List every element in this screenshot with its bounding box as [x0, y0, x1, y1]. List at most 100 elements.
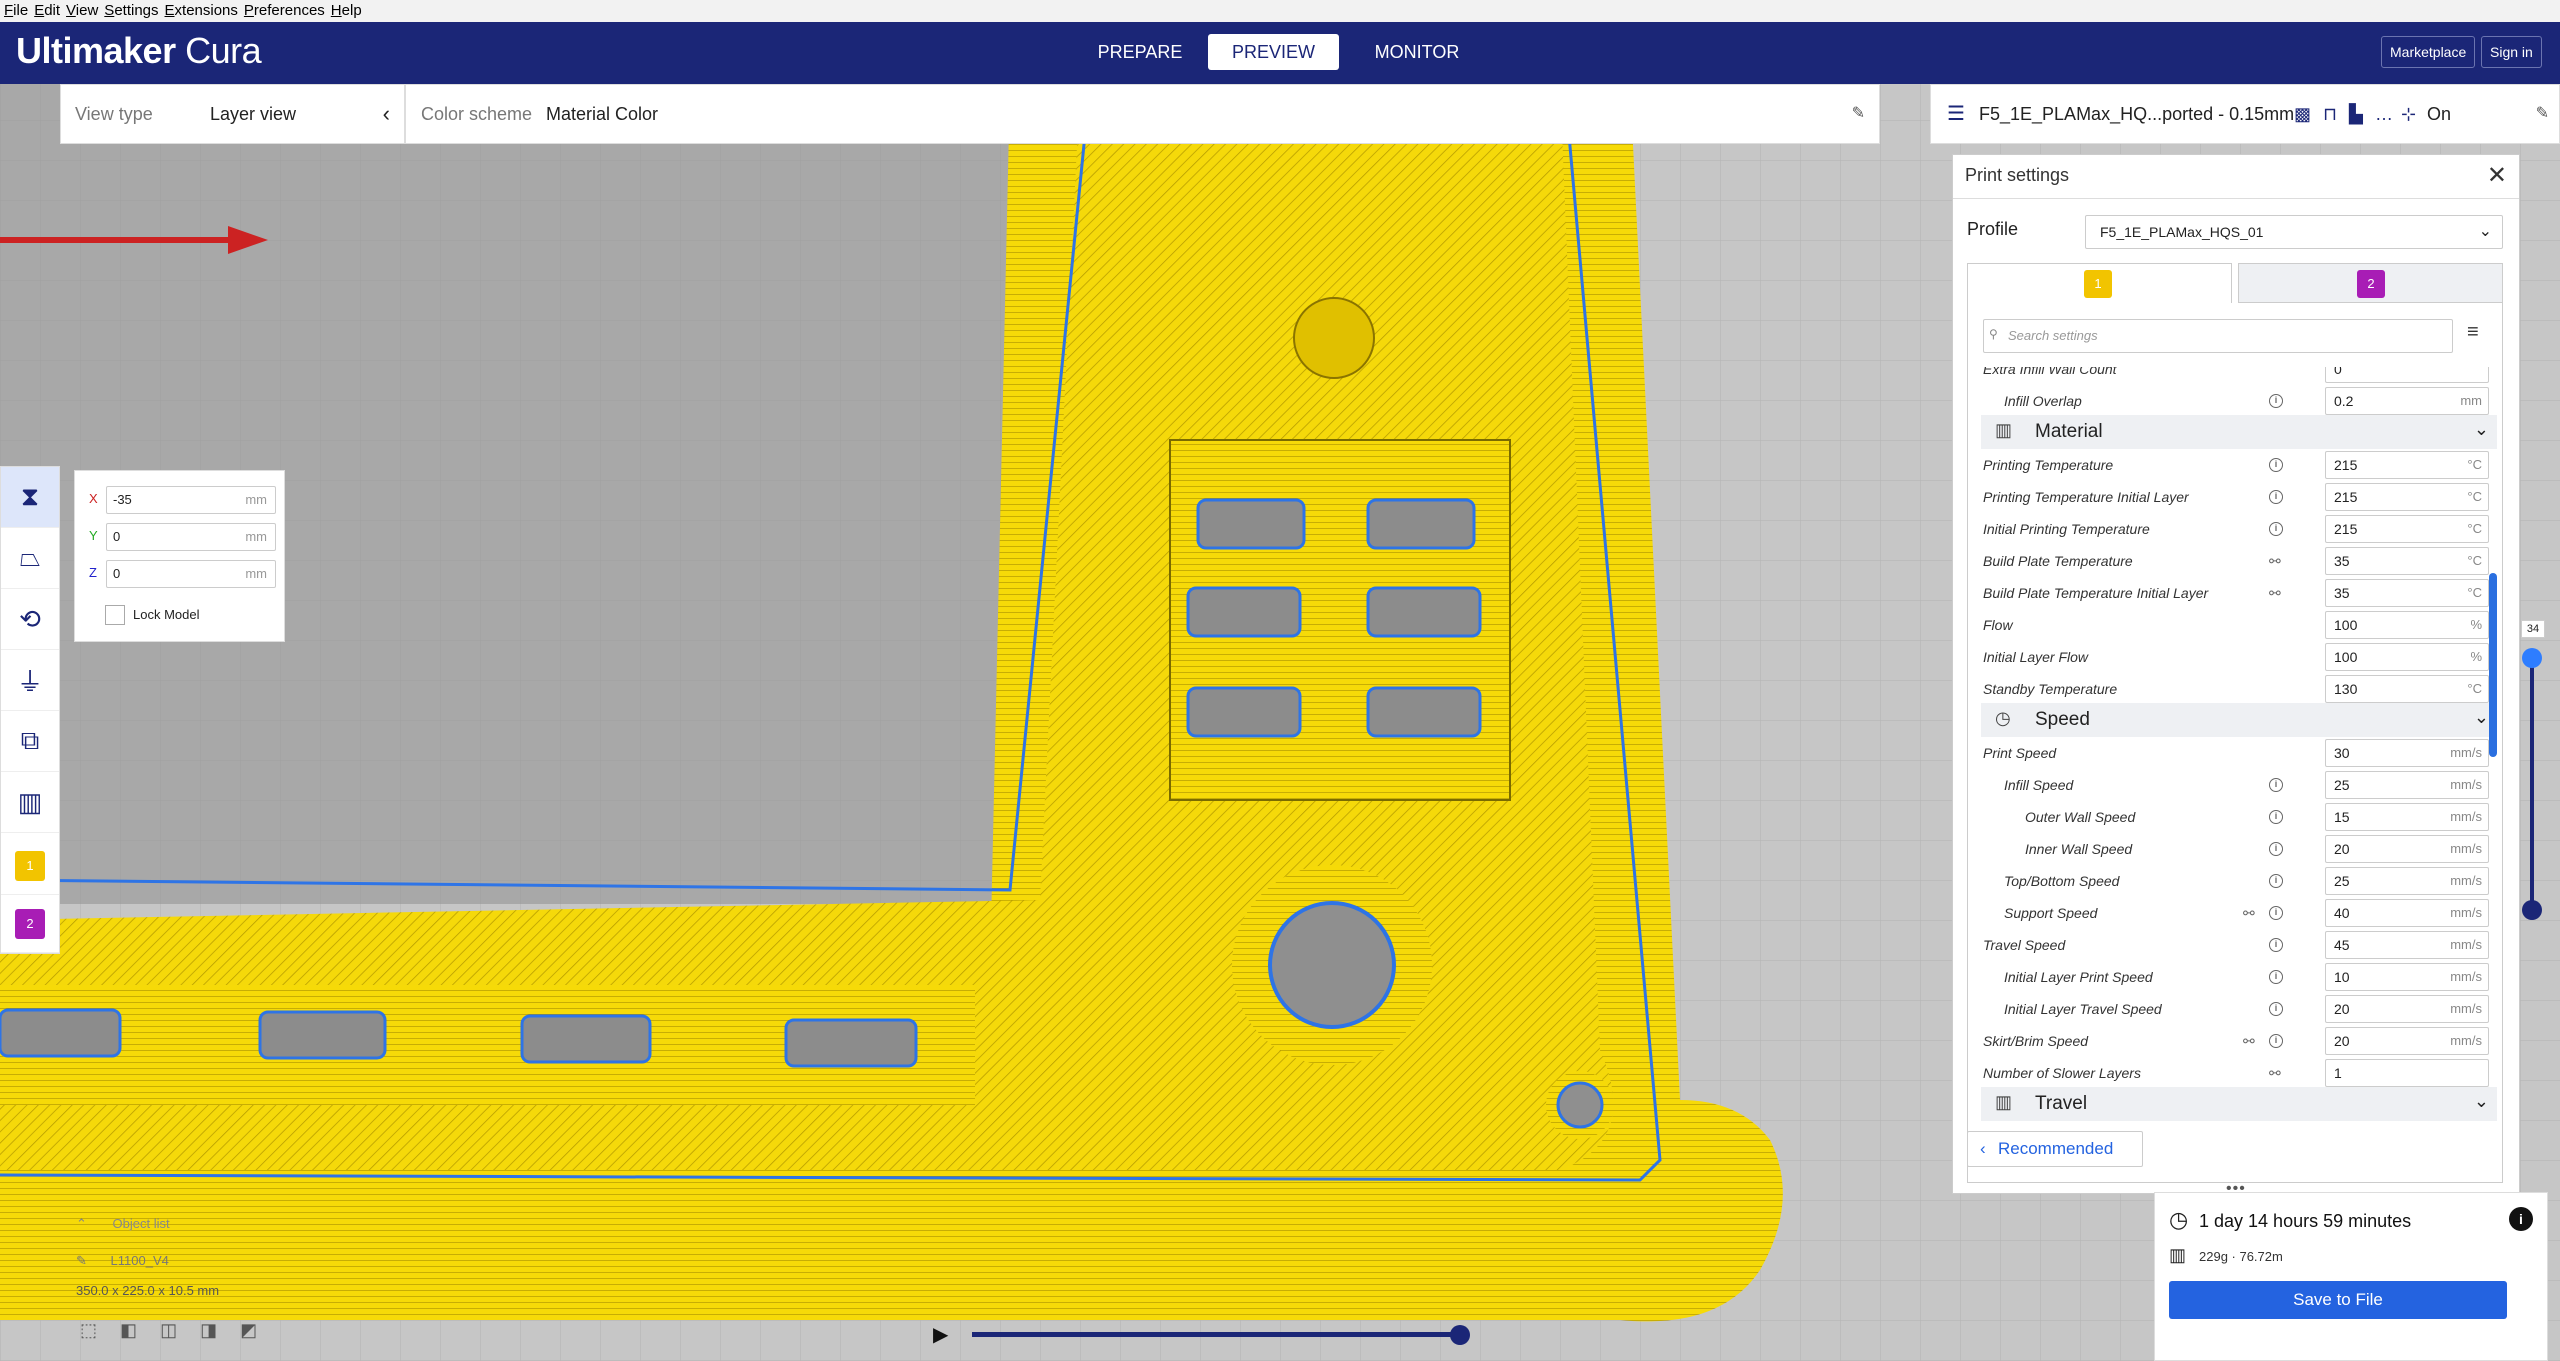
y-position-input[interactable]: 0 mm: [106, 523, 276, 551]
left-view-icon[interactable]: ◨: [200, 1320, 217, 1340]
object-list-toggle[interactable]: ⌃ Object list: [76, 1216, 170, 1232]
stage-prepare[interactable]: PREPARE: [1092, 34, 1188, 70]
info-icon[interactable]: i: [2509, 1207, 2533, 1231]
mirror-tool-button[interactable]: ⏚: [1, 650, 59, 711]
pencil-icon[interactable]: ✎: [2536, 85, 2549, 143]
profile-dropdown[interactable]: F5_1E_PLAMax_HQS_01 ⌄: [2085, 215, 2503, 249]
link-icon[interactable]: ⚯: [2243, 1033, 2255, 1050]
setting-row: Support Speed ⚯ i 40 mm/s: [1967, 897, 2497, 929]
info-icon[interactable]: i: [2269, 842, 2283, 856]
info-icon[interactable]: i: [2269, 458, 2283, 472]
lock-model-checkbox[interactable]: [105, 605, 125, 625]
info-icon[interactable]: i: [2269, 394, 2283, 408]
path-slider-handle[interactable]: [1450, 1325, 1470, 1345]
right-view-icon[interactable]: ◩: [240, 1320, 257, 1340]
setting-input[interactable]: 215 °C: [2325, 515, 2489, 543]
pencil-icon[interactable]: ✎: [1852, 85, 1865, 143]
setting-input[interactable]: 0: [2325, 367, 2489, 383]
setting-input[interactable]: 25 mm/s: [2325, 771, 2489, 799]
per-model-settings-button[interactable]: ⧉: [1, 711, 59, 772]
layer-slider-top-handle[interactable]: [2522, 648, 2542, 668]
front-view-icon[interactable]: ◧: [120, 1320, 137, 1340]
layer-slider-bottom-handle[interactable]: [2522, 900, 2542, 920]
search-input[interactable]: Search settings: [1983, 319, 2453, 353]
path-slider-track[interactable]: [972, 1332, 1460, 1337]
save-to-file-button[interactable]: Save to File: [2169, 1281, 2507, 1319]
setting-input[interactable]: 215 °C: [2325, 451, 2489, 479]
setting-input[interactable]: 100%: [2325, 611, 2489, 639]
setting-label: Initial Printing Temperature: [1983, 521, 2150, 537]
menu-preferences[interactable]: Preferences: [244, 2, 325, 19]
setting-input[interactable]: 20 mm/s: [2325, 835, 2489, 863]
setting-row: Initial Layer Travel Speed i 20 mm/s: [1967, 993, 2497, 1025]
scale-tool-button[interactable]: ⏢: [1, 528, 59, 589]
link-icon[interactable]: ⚯: [2269, 1065, 2281, 1082]
setting-input[interactable]: 10 mm/s: [2325, 963, 2489, 991]
extruder-1-button[interactable]: 1: [1, 837, 59, 895]
setting-input[interactable]: 35 °C: [2325, 547, 2489, 575]
info-icon[interactable]: i: [2269, 938, 2283, 952]
category-speed[interactable]: ◷ Speed ⌄: [1981, 703, 2497, 737]
setting-input[interactable]: 20 mm/s: [2325, 1027, 2489, 1055]
print-setup-selector[interactable]: ☰ F5_1E_PLAMax_HQ...ported - 0.15mm ▩ ⊓ …: [1930, 84, 2560, 144]
info-icon[interactable]: i: [2269, 810, 2283, 824]
setting-input[interactable]: 1: [2325, 1059, 2489, 1087]
setting-input[interactable]: 20 mm/s: [2325, 995, 2489, 1023]
info-icon[interactable]: i: [2269, 522, 2283, 536]
info-icon[interactable]: i: [2269, 1002, 2283, 1016]
menu-file[interactable]: File: [4, 2, 28, 19]
setting-row: Print Speed 30 mm/s: [1967, 737, 2497, 769]
recommended-button[interactable]: ‹ Recommended: [1967, 1131, 2143, 1167]
setting-input[interactable]: 25 mm/s: [2325, 867, 2489, 895]
rotate-tool-button[interactable]: ⟲: [1, 589, 59, 650]
3d-view-icon[interactable]: ⬚: [80, 1320, 97, 1340]
menu-view[interactable]: View: [66, 2, 98, 19]
setting-input[interactable]: 15 mm/s: [2325, 803, 2489, 831]
layer-slider-track[interactable]: [2530, 660, 2534, 910]
pencil-icon[interactable]: ✎: [76, 1253, 87, 1268]
z-position-input[interactable]: 0 mm: [106, 560, 276, 588]
extruder-tab-1[interactable]: 1: [1967, 263, 2232, 303]
category-material[interactable]: ▥ Material ⌄: [1981, 415, 2497, 449]
category-travel[interactable]: ▥ Travel ⌄: [1981, 1087, 2497, 1121]
info-icon[interactable]: i: [2269, 906, 2283, 920]
close-icon[interactable]: ✕: [2487, 161, 2507, 190]
link-icon[interactable]: ⚯: [2243, 905, 2255, 922]
setting-input[interactable]: 130 °C: [2325, 675, 2489, 703]
support-blocker-button[interactable]: ▥: [1, 772, 59, 833]
settings-scrollbar[interactable]: [2489, 573, 2497, 757]
extruder-tab-2[interactable]: 2: [2238, 263, 2503, 303]
sign-in-button[interactable]: Sign in: [2481, 36, 2542, 68]
menu-help[interactable]: Help: [331, 2, 362, 19]
marketplace-button[interactable]: Marketplace: [2381, 36, 2476, 68]
setting-input[interactable]: 215 °C: [2325, 483, 2489, 511]
link-icon[interactable]: ⚯: [2269, 585, 2281, 602]
layer-number-label[interactable]: 34: [2521, 620, 2545, 638]
move-tool-button[interactable]: ⧗: [1, 467, 59, 528]
top-view-icon[interactable]: ◫: [160, 1320, 177, 1340]
settings-menu-icon[interactable]: ≡: [2467, 321, 2479, 344]
color-scheme-selector[interactable]: Color scheme Material Color ✎: [405, 84, 1880, 144]
stage-preview[interactable]: PREVIEW: [1208, 34, 1339, 70]
setting-input[interactable]: 40 mm/s: [2325, 899, 2489, 927]
setting-input[interactable]: 0.2 mm: [2325, 387, 2489, 415]
setting-input[interactable]: 30 mm/s: [2325, 739, 2489, 767]
menu-extensions[interactable]: Extensions: [165, 2, 238, 19]
stage-monitor[interactable]: MONITOR: [1366, 34, 1468, 70]
info-icon[interactable]: i: [2269, 970, 2283, 984]
info-icon[interactable]: i: [2269, 490, 2283, 504]
setting-input[interactable]: 100%: [2325, 643, 2489, 671]
info-icon[interactable]: i: [2269, 1034, 2283, 1048]
setting-input[interactable]: 35 °C: [2325, 579, 2489, 607]
extruder-2-button[interactable]: 2: [1, 895, 59, 953]
link-icon[interactable]: ⚯: [2269, 553, 2281, 570]
view-type-selector[interactable]: View type Layer view ‹: [60, 84, 405, 144]
info-icon[interactable]: i: [2269, 874, 2283, 888]
x-position-input[interactable]: -35 mm: [106, 486, 276, 514]
play-icon[interactable]: ▶: [933, 1322, 948, 1347]
setting-input[interactable]: 45 mm/s: [2325, 931, 2489, 959]
menu-edit[interactable]: Edit: [34, 2, 60, 19]
menu-settings[interactable]: Settings: [104, 2, 158, 19]
info-icon[interactable]: i: [2269, 778, 2283, 792]
chevron-left-icon[interactable]: ‹: [383, 85, 390, 143]
